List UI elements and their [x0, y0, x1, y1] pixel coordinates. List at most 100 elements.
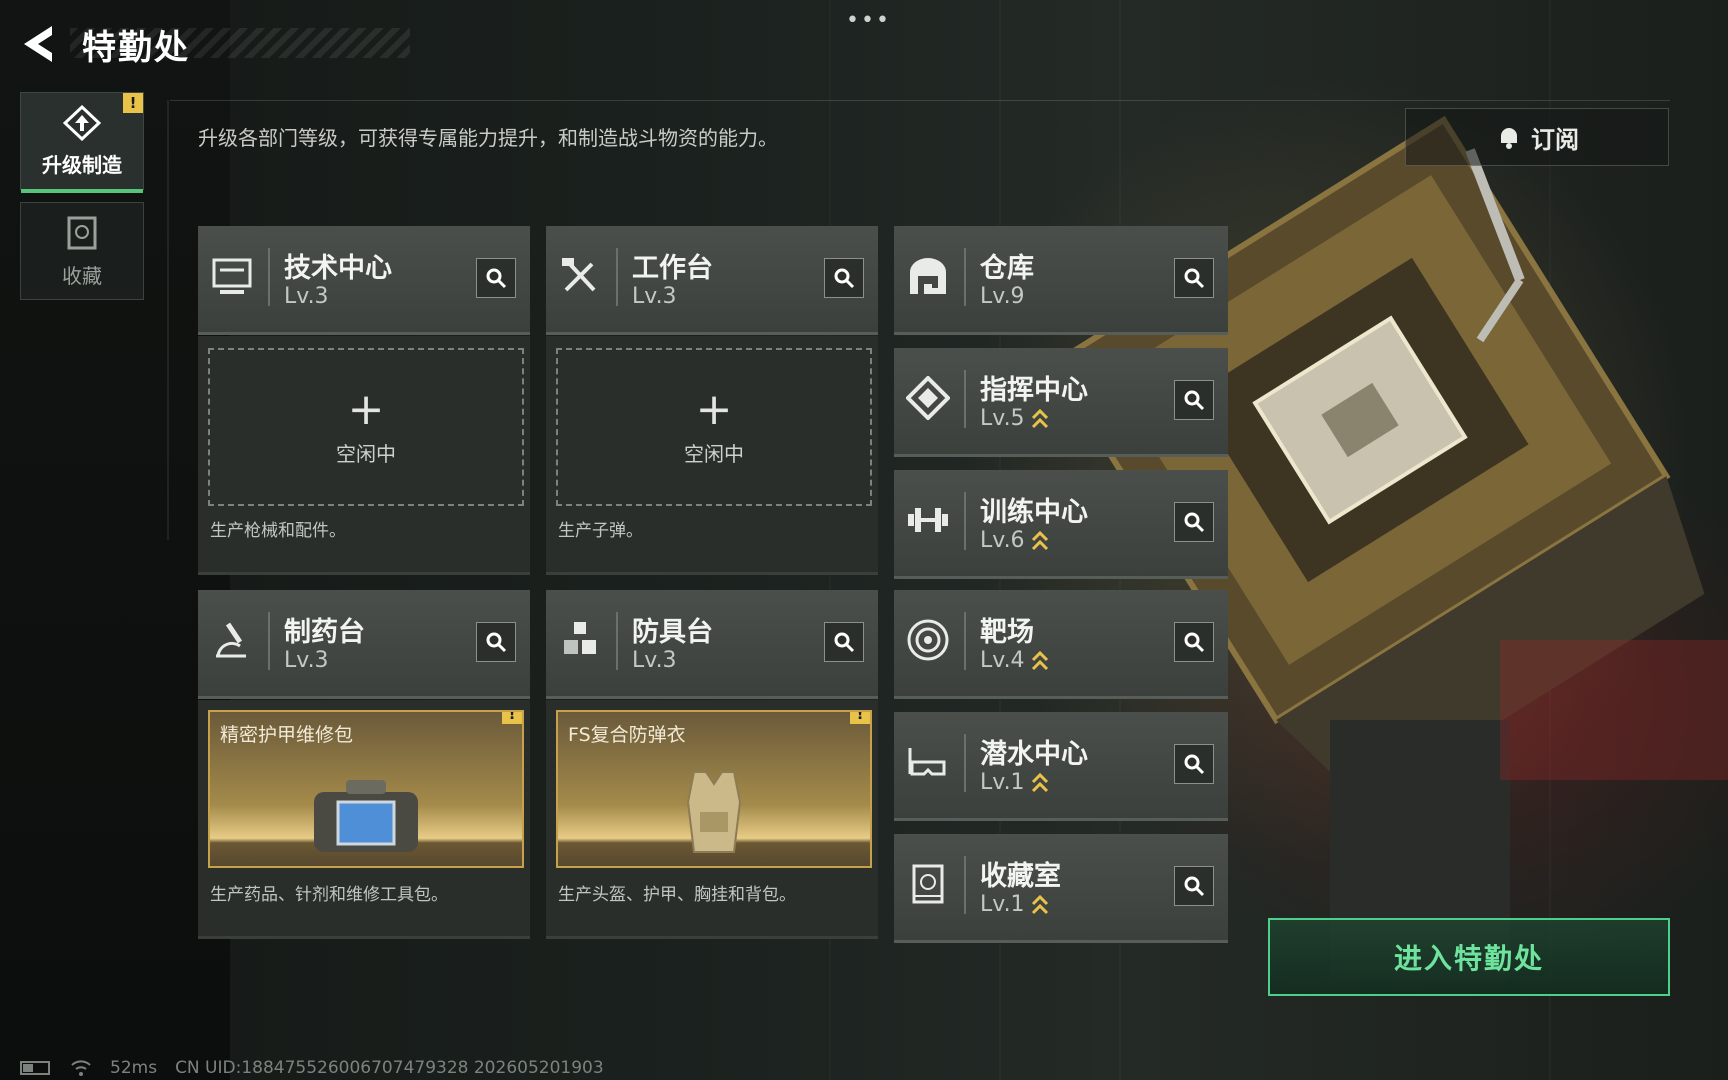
search-icon	[1184, 754, 1205, 775]
inspect-button[interactable]	[1174, 502, 1214, 542]
inspect-button[interactable]	[1174, 744, 1214, 784]
idle-slot[interactable]: + 空闲中	[556, 348, 872, 506]
department-level: Lv.3	[632, 648, 677, 673]
divider	[616, 612, 618, 670]
card-tech-center[interactable]: 技术中心 Lv.3	[198, 226, 530, 335]
alert-badge: !	[850, 712, 870, 724]
idle-slot[interactable]: + 空闲中	[208, 348, 524, 506]
inspect-button[interactable]	[1174, 258, 1214, 298]
card-tech-center-body: + 空闲中 生产枪械和配件。	[198, 336, 530, 575]
blocks-icon	[564, 622, 596, 654]
search-icon	[1184, 390, 1205, 411]
divider	[268, 248, 270, 306]
diving-mask-icon	[908, 748, 946, 776]
sidebar-tab-upgrade[interactable]: 升级制造 !	[20, 92, 144, 193]
microscope-icon	[216, 622, 246, 658]
wifi-icon	[71, 1060, 91, 1076]
card-warehouse[interactable]: 仓库 Lv.9	[894, 226, 1228, 335]
card-collection-room[interactable]: 收藏室 Lv.1	[894, 834, 1228, 943]
department-level: Lv.4	[980, 648, 1049, 673]
level-text: Lv.3	[632, 648, 677, 673]
department-description: 生产头盔、护甲、胸挂和背包。	[558, 885, 796, 905]
department-name: 制药台	[284, 617, 365, 648]
department-name: 训练中心	[980, 497, 1088, 528]
department-level: Lv.9	[980, 284, 1025, 309]
more-menu-icon[interactable]: •••	[846, 8, 891, 33]
inspect-button[interactable]	[476, 258, 516, 298]
level-text: Lv.1	[980, 892, 1025, 917]
inspect-button[interactable]	[1174, 866, 1214, 906]
card-diving-center[interactable]: 潜水中心 Lv.1	[894, 712, 1228, 821]
back-arrow-icon[interactable]	[18, 22, 62, 66]
search-icon	[834, 632, 855, 653]
level-text: Lv.9	[980, 284, 1025, 309]
crafting-item-name: FS复合防弹衣	[568, 724, 686, 746]
department-level: Lv.1	[980, 892, 1049, 917]
status-footer: 52ms CN UID:1884755260067074793​28 20260…	[20, 1058, 604, 1078]
search-icon	[834, 268, 855, 289]
divider	[964, 856, 966, 914]
ping-value: 52ms	[110, 1058, 158, 1078]
sidebar-tab-label: 收藏	[62, 263, 102, 288]
card-shooting-range[interactable]: 靶场 Lv.4	[894, 590, 1228, 699]
department-description: 生产药品、针剂和维修工具包。	[210, 885, 448, 905]
search-icon	[1184, 876, 1205, 897]
level-text: Lv.4	[980, 648, 1025, 673]
department-name: 收藏室	[980, 861, 1061, 892]
inspect-button[interactable]	[476, 622, 516, 662]
card-pharmacy[interactable]: 制药台 Lv.3	[198, 590, 530, 699]
card-armor-bench-body: FS复合防弹衣 ! 生产头盔、护甲、胸挂和背包。	[546, 700, 878, 939]
card-training-center[interactable]: 训练中心 Lv.6	[894, 470, 1228, 579]
department-level: Lv.3	[284, 284, 329, 309]
inspect-button[interactable]	[824, 622, 864, 662]
search-icon	[486, 632, 507, 653]
slot-state: 空闲中	[684, 441, 744, 466]
bell-icon	[1501, 128, 1517, 149]
card-command-center[interactable]: 指挥中心 Lv.5	[894, 348, 1228, 457]
inspect-button[interactable]	[824, 258, 864, 298]
upgrade-chevron-icon	[1031, 894, 1048, 914]
upgrade-chevron-icon	[1031, 650, 1048, 670]
sidebar-tab-collection[interactable]: 收藏	[20, 202, 144, 300]
inspect-button[interactable]	[1174, 622, 1214, 662]
level-text: Lv.3	[632, 284, 677, 309]
page-subtitle: 升级各部门等级，可获得专属能力提升，和制造战斗物资的能力。	[198, 126, 778, 150]
enter-special-ops-button[interactable]: 进入特勤处	[1268, 918, 1670, 996]
card-workbench[interactable]: 工作台 Lv.3	[546, 226, 878, 335]
upgrade-chevron-icon	[1031, 530, 1048, 550]
alert-badge: !	[123, 93, 143, 113]
monitor-icon	[212, 258, 252, 294]
slot-state: 空闲中	[336, 441, 396, 466]
department-name: 工作台	[632, 253, 713, 284]
alert-badge: !	[502, 712, 522, 724]
body-armor-image	[686, 771, 742, 853]
tools-icon	[562, 258, 596, 292]
dumbbell-icon	[908, 508, 948, 532]
target-icon	[907, 619, 949, 661]
department-level: Lv.5	[980, 406, 1049, 431]
inspect-button[interactable]	[1174, 380, 1214, 420]
divider	[268, 612, 270, 670]
crafting-slot[interactable]: 精密护甲维修包 !	[208, 710, 524, 868]
divider	[964, 492, 966, 550]
level-text: Lv.5	[980, 406, 1025, 431]
department-level: Lv.1	[980, 770, 1049, 795]
command-icon	[906, 376, 950, 420]
search-icon	[486, 268, 507, 289]
warehouse-icon	[910, 258, 946, 294]
upgrade-chevron-icon	[1031, 408, 1048, 428]
divider	[964, 612, 966, 670]
crafting-slot[interactable]: FS复合防弹衣 !	[556, 710, 872, 868]
card-armor-bench[interactable]: 防具台 Lv.3	[546, 590, 878, 699]
card-pharmacy-body: 精密护甲维修包 ! 生产药品、针剂和维修工具包。	[198, 700, 530, 939]
divider	[964, 734, 966, 792]
repair-kit-image	[314, 780, 418, 852]
department-name: 指挥中心	[980, 375, 1088, 406]
level-text: Lv.3	[284, 284, 329, 309]
battery-icon	[20, 1061, 50, 1075]
level-text: Lv.3	[284, 648, 329, 673]
search-icon	[1184, 632, 1205, 653]
search-icon	[1184, 512, 1205, 533]
department-name: 仓库	[980, 253, 1034, 284]
subscribe-button[interactable]: 订阅	[1405, 108, 1669, 166]
